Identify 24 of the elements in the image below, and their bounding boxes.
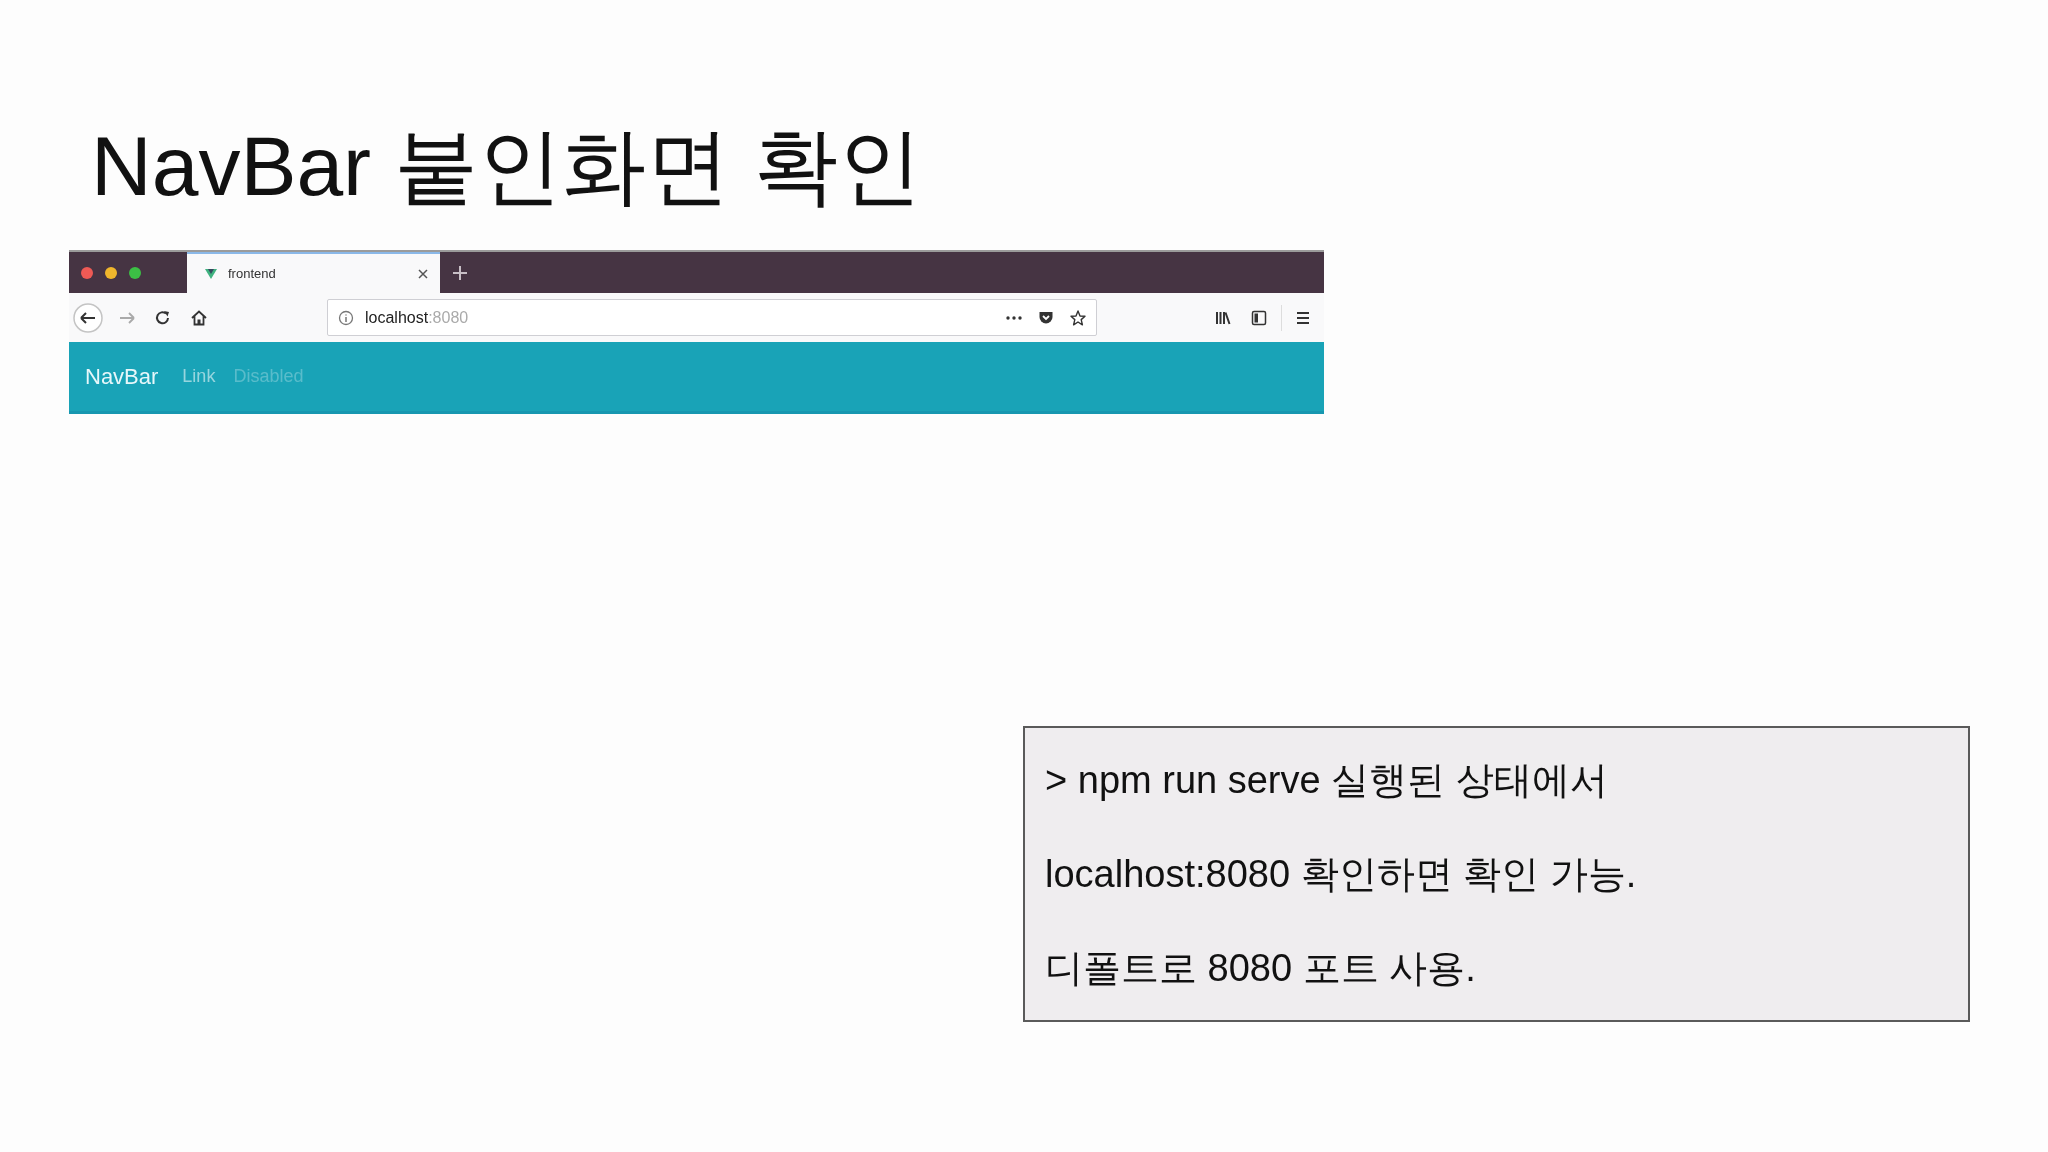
- address-field[interactable]: localhost:8080: [327, 299, 1097, 336]
- bookmark-star-icon[interactable]: [1070, 309, 1086, 326]
- slide-title: NavBar 붙인화면 확인: [91, 124, 922, 208]
- window-minimize-icon[interactable]: [105, 266, 117, 279]
- sidebar-icon[interactable]: [1251, 309, 1267, 326]
- tab-favicon-icon: [205, 268, 217, 279]
- window-close-icon[interactable]: [81, 266, 93, 279]
- library-icon[interactable]: [1215, 309, 1231, 326]
- navbar-brand[interactable]: NavBar: [85, 363, 159, 390]
- new-tab-plus-icon[interactable]: [453, 265, 467, 280]
- back-icon[interactable]: [73, 302, 103, 333]
- note-text: 디폴트로 8080 포트 사용.: [1045, 946, 1477, 991]
- window-zoom-icon[interactable]: [129, 266, 141, 279]
- browser-tab[interactable]: frontend: [187, 252, 440, 293]
- info-icon[interactable]: [338, 309, 354, 326]
- note-text: > npm run serve 실행된 상태에서: [1045, 758, 1609, 803]
- nav-link[interactable]: Link: [182, 366, 216, 387]
- close-icon[interactable]: [418, 268, 428, 279]
- reload-icon[interactable]: [155, 309, 171, 326]
- more-options-icon[interactable]: [1006, 315, 1022, 320]
- home-icon[interactable]: [191, 309, 207, 326]
- pocket-icon[interactable]: [1038, 309, 1054, 326]
- note-text: localhost:8080 확인하면 확인 가능.: [1045, 852, 1638, 897]
- menu-icon[interactable]: [1295, 309, 1311, 326]
